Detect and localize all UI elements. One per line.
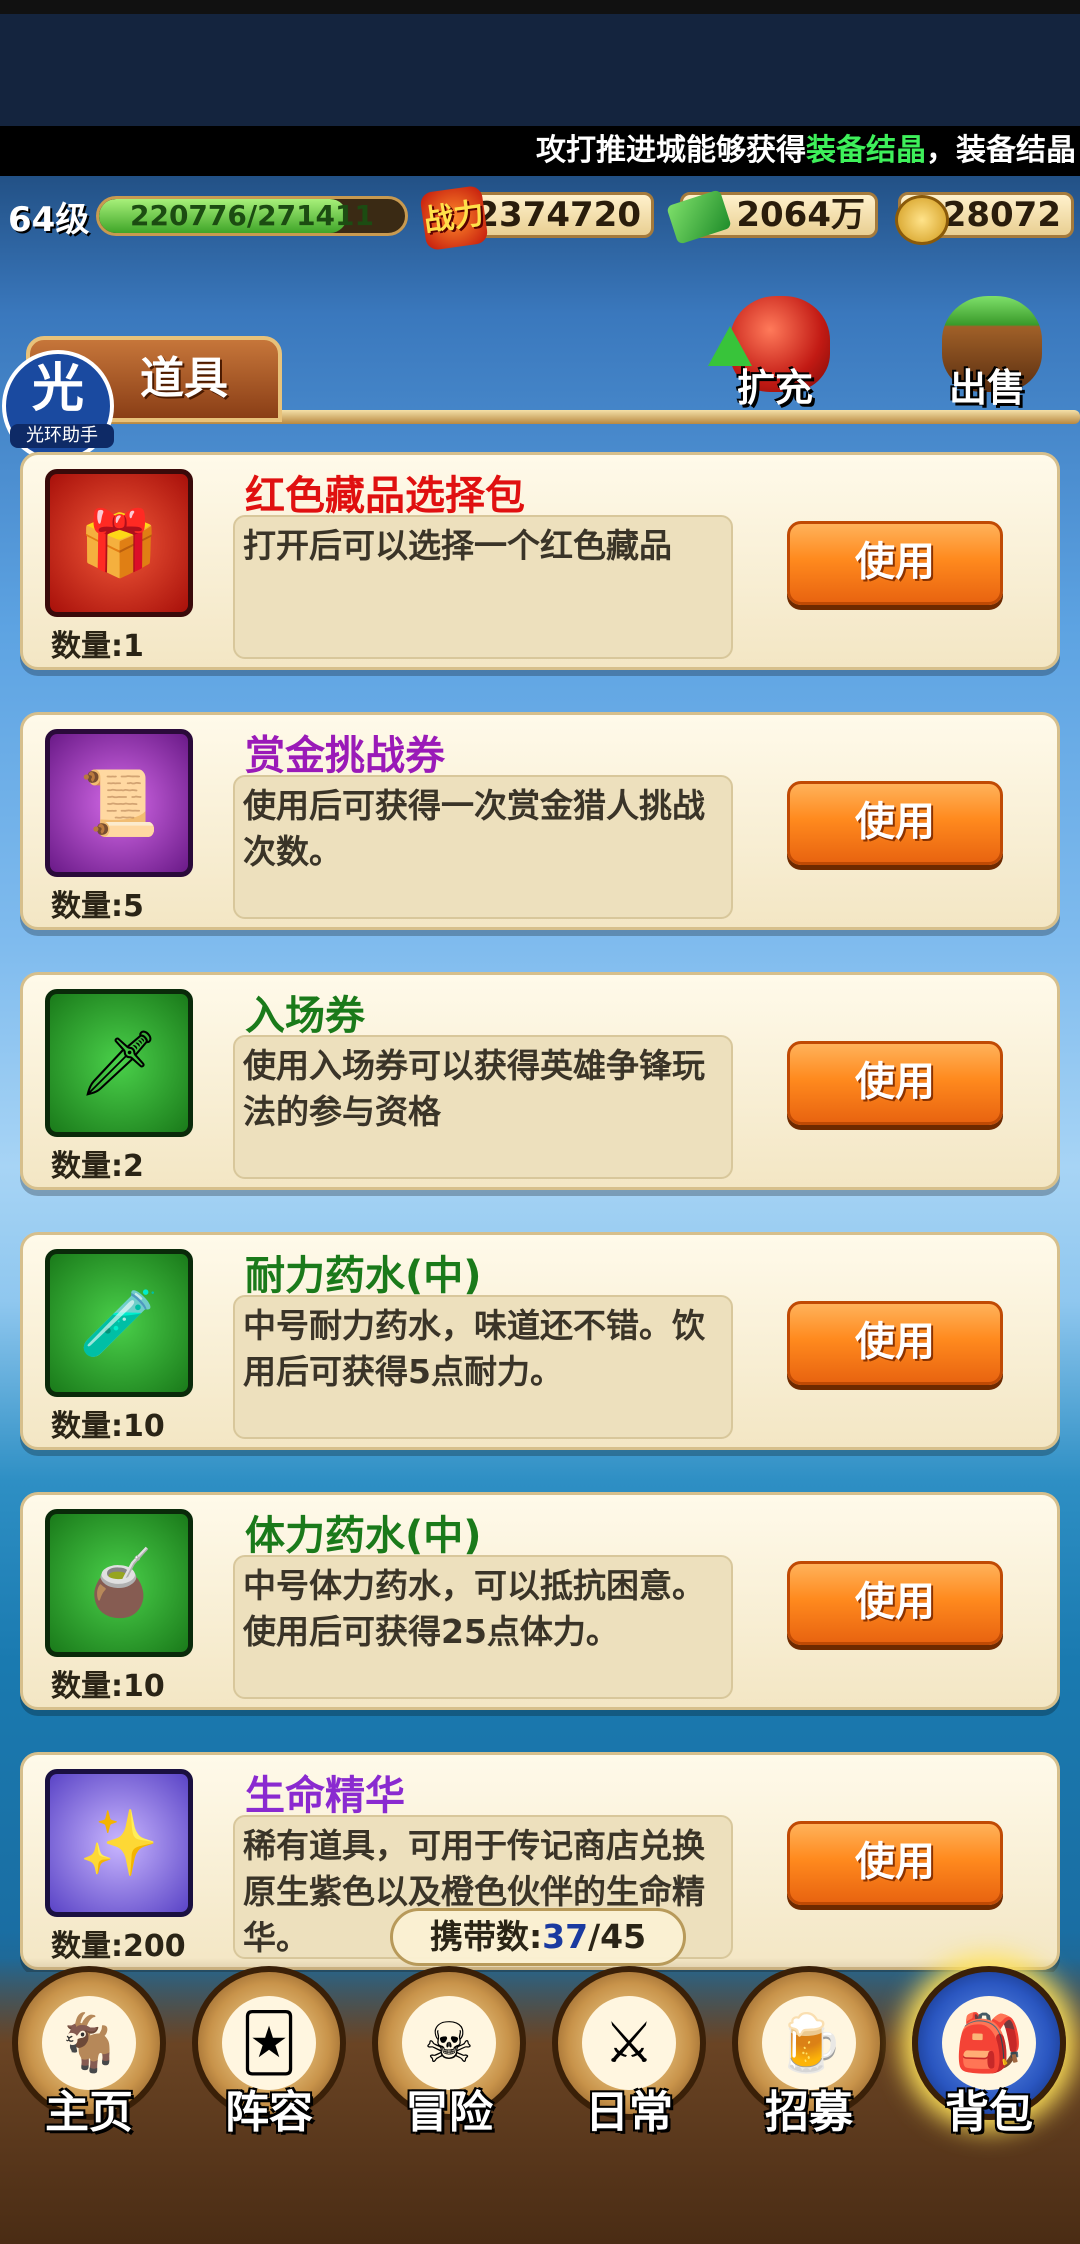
- sell-button[interactable]: 出售: [912, 290, 1062, 418]
- combat-power-value: 2374720: [475, 195, 641, 235]
- announcement-ticker: 攻打推进城能够获得装备结晶，装备结晶: [0, 126, 1080, 176]
- cash-value: 2064万: [736, 195, 865, 235]
- item-icon-frame[interactable]: 🧉: [45, 1509, 193, 1657]
- carry-current: 37: [542, 1917, 589, 1956]
- item-quantity: 数量:1: [51, 629, 144, 664]
- item-icon-frame[interactable]: 🎁: [45, 469, 193, 617]
- item-quantity: 数量:10: [51, 1669, 165, 1704]
- nav-label: 背包: [945, 2087, 1033, 2138]
- player-stats-bar: 64级 220776/271411 战力 2374720 2064万 28072: [0, 184, 1080, 252]
- use-button[interactable]: 使用: [787, 521, 1003, 605]
- top-band: [0, 14, 1080, 126]
- nav-lineup-cards[interactable]: 🃏 阵容: [184, 1958, 354, 2170]
- combat-power-icon: 战力: [419, 184, 489, 252]
- blue-potion-icon: 🧪: [79, 1286, 159, 1361]
- item-quantity: 数量:10: [51, 1409, 165, 1444]
- essence-bottle-icon: ✨: [79, 1806, 159, 1881]
- treasure-chest-icon: 🎁: [79, 506, 159, 581]
- carry-label: 携带数:: [429, 1917, 543, 1956]
- nav-label: 主页: [45, 2087, 133, 2138]
- item-name: 耐力药水(中): [245, 1253, 482, 1299]
- exp-bar: 220776/271411: [96, 196, 408, 236]
- ticker-prefix: 攻打推进城能够获得: [536, 133, 806, 168]
- nav-bar-tavern[interactable]: 🍺 招募: [724, 1958, 894, 2170]
- item-description: 使用后可获得一次赏金猎人挑战次数。: [233, 775, 733, 919]
- nav-label: 阵容: [225, 2087, 313, 2138]
- expand-button[interactable]: 扩充: [700, 290, 850, 418]
- scroll-icon: 📜: [79, 766, 159, 841]
- item-name: 入场券: [245, 993, 365, 1039]
- status-bar: [0, 0, 1080, 14]
- use-button[interactable]: 使用: [787, 1821, 1003, 1905]
- item-name: 红色藏品选择包: [245, 473, 525, 519]
- ticker-highlight: 装备结晶: [806, 133, 926, 168]
- ticker-suffix: ，装备结晶: [926, 133, 1076, 168]
- use-button[interactable]: 使用: [787, 1301, 1003, 1385]
- item-card: 🧉 数量:10 体力药水(中) 中号体力药水，可以抵抗困意。使用后可获得25点体…: [20, 1492, 1060, 1710]
- nav-label: 招募: [765, 2087, 853, 2138]
- expand-label: 扩充: [736, 366, 813, 410]
- nav-backpack[interactable]: 🎒 背包: [904, 1958, 1074, 2170]
- watermark-text: 光环助手: [10, 424, 114, 448]
- coin-icon: [895, 195, 949, 245]
- item-list[interactable]: 🎁 数量:1 红色藏品选择包 打开后可以选择一个红色藏品 使用 📜 数量:5 赏…: [20, 452, 1060, 1972]
- carry-max: /45: [588, 1917, 647, 1956]
- combat-power-display: 战力 2374720: [419, 184, 654, 252]
- nav-label: 日常: [585, 2087, 673, 2138]
- item-description: 中号体力药水，可以抵抗困意。使用后可获得25点体力。: [233, 1555, 733, 1699]
- nav-goat[interactable]: 🐐 主页: [4, 1958, 174, 2170]
- item-card: 📜 数量:5 赏金挑战券 使用后可获得一次赏金猎人挑战次数。 使用: [20, 712, 1060, 930]
- item-icon-frame[interactable]: 🗡: [45, 989, 193, 1137]
- item-description: 打开后可以选择一个红色藏品: [233, 515, 733, 659]
- ticket-icon: 🗡: [78, 1026, 160, 1101]
- coin-display[interactable]: 28072: [895, 192, 1074, 245]
- exp-text: 220776/271411: [129, 199, 374, 232]
- use-button[interactable]: 使用: [787, 1561, 1003, 1645]
- watermark-glyph: 光: [31, 359, 84, 419]
- item-name: 赏金挑战券: [245, 733, 445, 779]
- bottom-nav: 🐐 主页 🃏 阵容 ☠ 冒险 ⚔ 日常 🍺 招募 🎒 背包: [0, 1958, 1080, 2244]
- watermark-logo: 光 光环助手: [2, 350, 114, 462]
- item-description: 使用入场券可以获得英雄争锋玩法的参与资格: [233, 1035, 733, 1179]
- item-name: 体力药水(中): [245, 1513, 482, 1559]
- nav-skull-flag[interactable]: ☠ 冒险: [364, 1958, 534, 2170]
- use-button[interactable]: 使用: [787, 781, 1003, 865]
- coin-value: 28072: [942, 195, 1061, 235]
- cash-display[interactable]: 2064万: [666, 189, 878, 245]
- yellow-potion-icon: 🧉: [79, 1546, 159, 1621]
- use-button[interactable]: 使用: [787, 1041, 1003, 1125]
- sell-label: 出售: [948, 366, 1025, 410]
- item-quantity: 数量:5: [51, 889, 144, 924]
- nav-crossed-swords[interactable]: ⚔ 日常: [544, 1958, 714, 2170]
- item-card: 🎁 数量:1 红色藏品选择包 打开后可以选择一个红色藏品 使用: [20, 452, 1060, 670]
- player-level: 64级: [8, 200, 90, 240]
- cash-icon: [666, 189, 732, 245]
- item-quantity: 数量:2: [51, 1149, 144, 1184]
- item-icon-frame[interactable]: 🧪: [45, 1249, 193, 1397]
- nav-label: 冒险: [405, 2087, 493, 2138]
- item-name: 生命精华: [245, 1773, 405, 1819]
- item-card: 🗡 数量:2 入场券 使用入场券可以获得英雄争锋玩法的参与资格 使用: [20, 972, 1060, 1190]
- item-card: 🧪 数量:10 耐力药水(中) 中号耐力药水，味道还不错。饮用后可获得5点耐力。…: [20, 1232, 1060, 1450]
- item-icon-frame[interactable]: ✨: [45, 1769, 193, 1917]
- item-icon-frame[interactable]: 📜: [45, 729, 193, 877]
- item-description: 中号耐力药水，味道还不错。饮用后可获得5点耐力。: [233, 1295, 733, 1439]
- carry-count: 携带数:37/45: [390, 1908, 686, 1966]
